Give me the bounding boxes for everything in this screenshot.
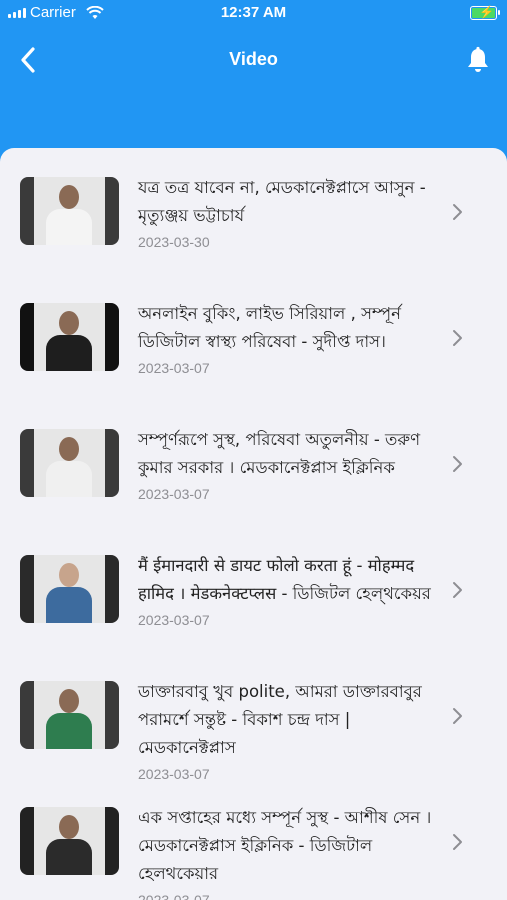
chevron-right-icon xyxy=(453,204,462,220)
notifications-button[interactable] xyxy=(465,46,491,74)
video-thumbnail xyxy=(20,681,119,749)
video-date: 2023-03-07 xyxy=(138,612,210,628)
video-title: मैं ईमानदारी से डायट फोलो करता हूं - मोह… xyxy=(138,556,431,603)
video-list-item[interactable]: मैं ईमानदारी से डायट फोलो करता हूं - मोह… xyxy=(0,540,507,666)
video-title: যত্র তত্র যাবেন না, মেডকানেক্টপ্লাসে আসু… xyxy=(138,178,426,225)
video-list-item[interactable]: এক সপ্তাহের মধ্যে সম্পূর্ন সুস্থ - আশীষ … xyxy=(0,792,507,900)
video-date: 2023-03-07 xyxy=(138,486,210,502)
status-bar: Carrier 12:37 AM ⚡ xyxy=(0,0,507,28)
video-title: ডাক্তারবাবু খুব polite, আমরা ডাক্তারবাবু… xyxy=(138,682,422,757)
page-title: Video xyxy=(229,49,278,69)
video-thumbnail xyxy=(20,429,119,497)
video-date: 2023-03-07 xyxy=(138,892,210,900)
video-thumbnail xyxy=(20,555,119,623)
chevron-right-icon xyxy=(453,456,462,472)
video-list-item[interactable]: অনলাইন বুকিং, লাইভ সিরিয়াল , সম্পূর্ন ড… xyxy=(0,288,507,414)
video-date: 2023-03-30 xyxy=(138,234,210,250)
video-date: 2023-03-07 xyxy=(138,360,210,376)
battery-icon: ⚡ xyxy=(470,5,500,20)
video-thumbnail xyxy=(20,807,119,875)
video-date: 2023-03-07 xyxy=(138,766,210,782)
chevron-right-icon xyxy=(453,330,462,346)
chevron-right-icon xyxy=(453,582,462,598)
video-list-item[interactable]: সম্পূর্ণরূপে সুস্থ, পরিষেবা অতুলনীয় - ত… xyxy=(0,414,507,540)
bell-icon xyxy=(468,46,488,72)
status-time: 12:37 AM xyxy=(220,4,287,21)
video-thumbnail xyxy=(20,177,119,245)
nav-bar: Video xyxy=(0,36,507,84)
video-list: যত্র তত্র যাবেন না, মেডকানেক্টপ্লাসে আসু… xyxy=(0,148,507,900)
video-title: সম্পূর্ণরূপে সুস্থ, পরিষেবা অতুলনীয় - ত… xyxy=(138,430,421,477)
video-list-panel: যত্র তত্র যাবেন না, মেডকানেক্টপ্লাসে আসু… xyxy=(0,148,507,900)
video-thumbnail xyxy=(20,303,119,371)
video-list-item[interactable]: ডাক্তারবাবু খুব polite, আমরা ডাক্তারবাবু… xyxy=(0,666,507,792)
video-title: অনলাইন বুকিং, লাইভ সিরিয়াল , সম্পূর্ন ড… xyxy=(138,304,401,351)
chevron-right-icon xyxy=(453,708,462,724)
video-list-item[interactable]: যত্র তত্র যাবেন না, মেডকানেক্টপ্লাসে আসু… xyxy=(0,162,507,288)
video-title: এক সপ্তাহের মধ্যে সম্পূর্ন সুস্থ - আশীষ … xyxy=(138,808,432,883)
chevron-right-icon xyxy=(453,834,462,850)
